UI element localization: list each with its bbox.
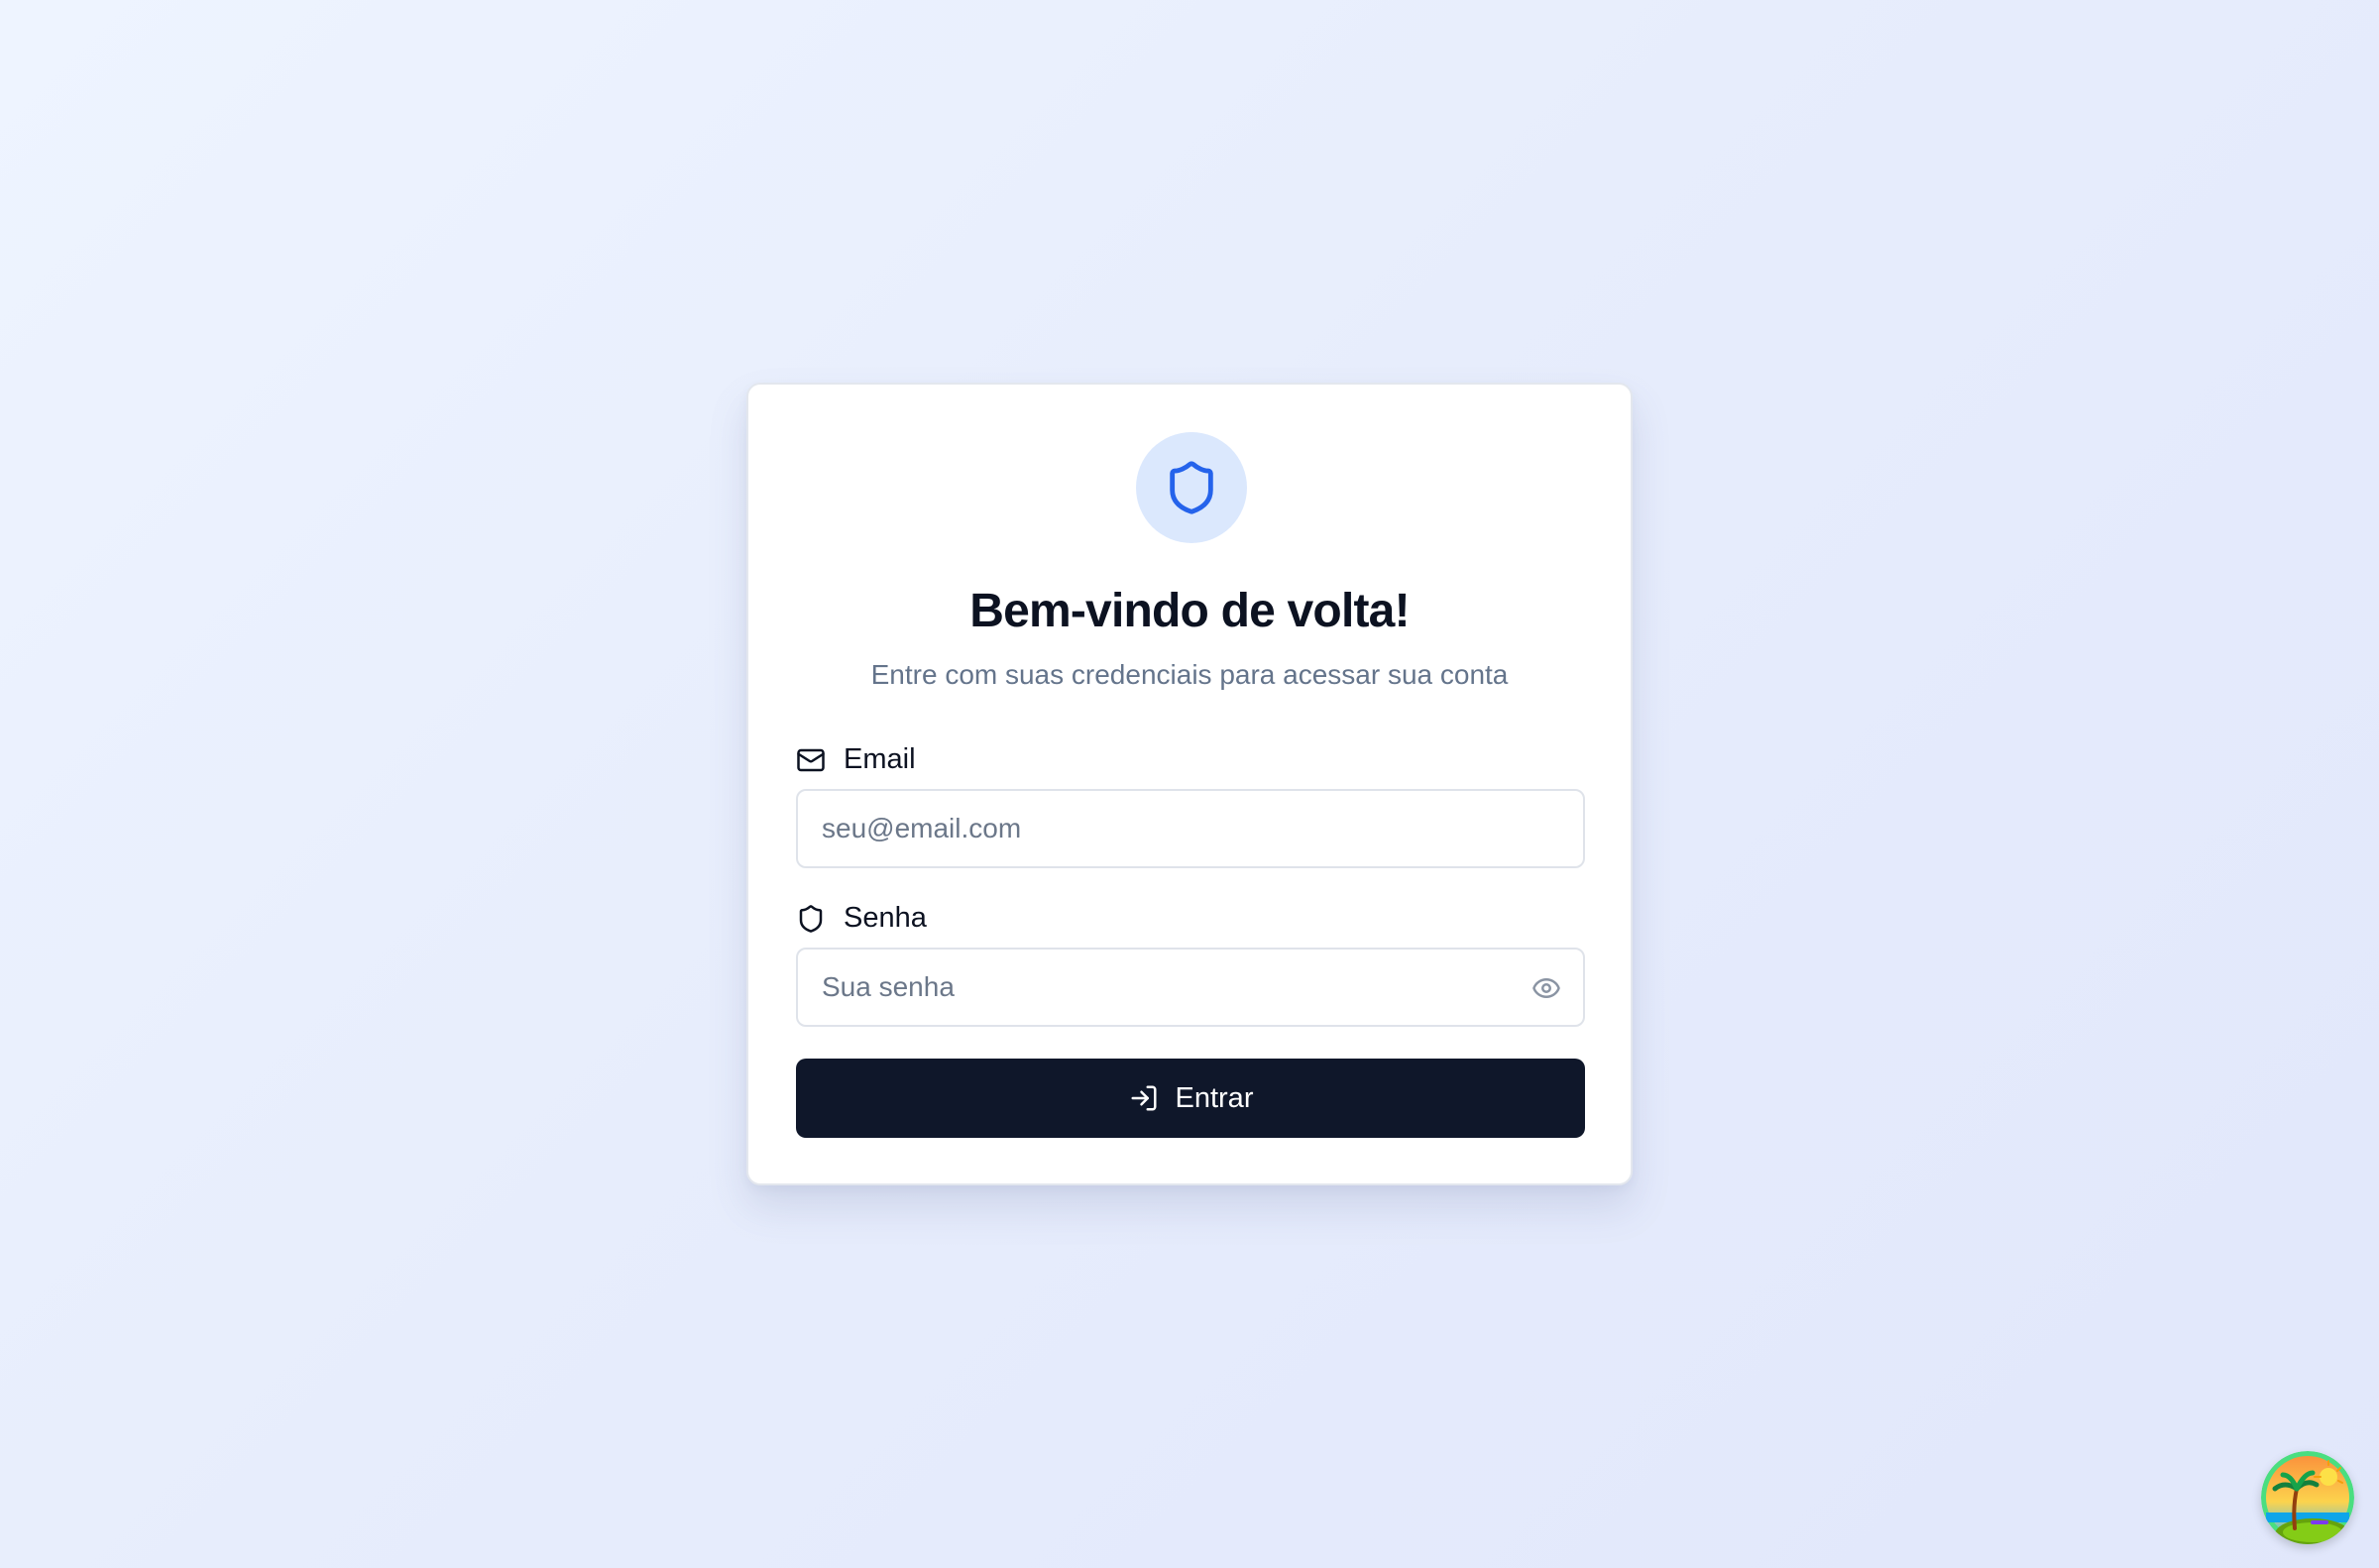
logo-badge (1136, 432, 1247, 543)
email-field-wrapper (796, 789, 1585, 868)
email-input[interactable] (798, 791, 1583, 866)
login-submit-label: Entrar (1175, 1081, 1254, 1114)
password-input[interactable] (798, 950, 1583, 1025)
show-password-toggle[interactable] (1529, 971, 1563, 1005)
eye-icon (1532, 978, 1560, 998)
shield-icon (796, 904, 826, 934)
password-label: Senha (796, 902, 927, 935)
password-field-wrapper (796, 948, 1585, 1027)
page-title: Bem-vindo de volta! (969, 585, 1410, 637)
mail-icon (796, 745, 826, 775)
floating-badge-button[interactable] (2261, 1451, 2354, 1544)
email-label-text: Email (844, 743, 916, 775)
page-subtitle: Entre com suas credenciais para acessar … (870, 659, 1509, 690)
login-page: { "login": { "title": "Bem-vindo de volt… (0, 0, 2379, 1568)
email-label: Email (796, 743, 916, 776)
login-submit-button[interactable]: Entrar (796, 1059, 1585, 1138)
beach-island-icon (2261, 1451, 2354, 1544)
login-card: Bem-vindo de volta! Entre com suas crede… (746, 383, 1633, 1185)
shield-icon (1170, 461, 1213, 514)
password-label-text: Senha (844, 902, 927, 934)
log-in-icon (1128, 1082, 1160, 1114)
